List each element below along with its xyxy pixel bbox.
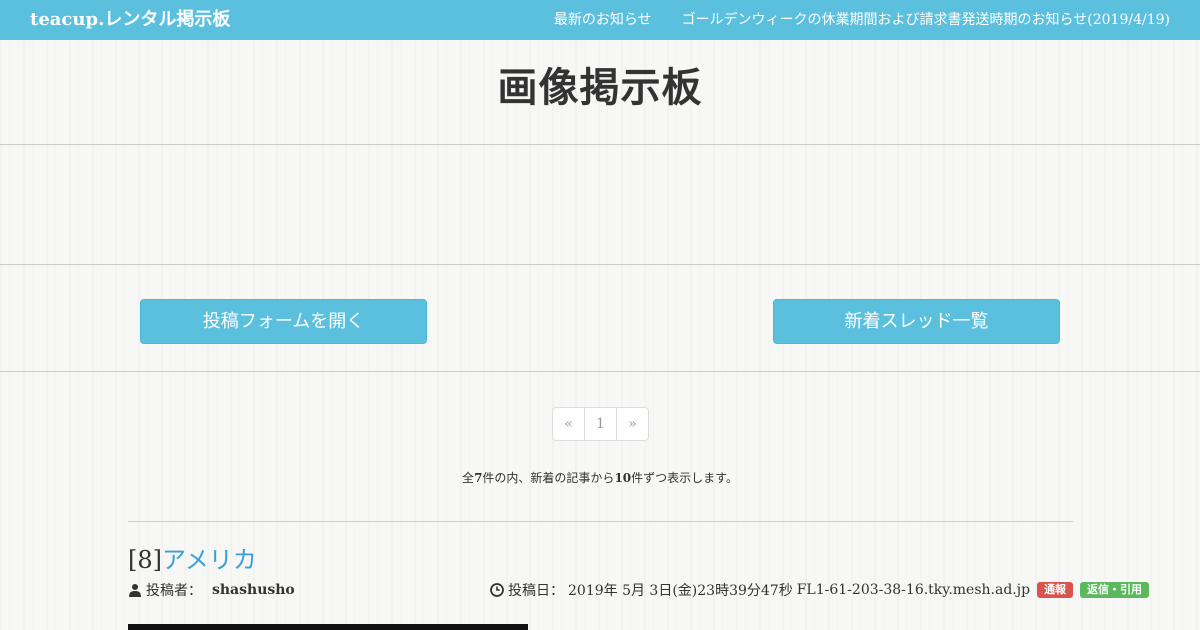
divider: [0, 264, 1200, 265]
author-label: 投稿者：: [146, 583, 202, 599]
summary-prefix: 全: [462, 471, 475, 485]
author-name: shashusho: [212, 582, 295, 598]
nav-link-golden-week-notice[interactable]: ゴールデンウィークの休業期間および請求書発送時期のお知らせ(2019/4/19): [682, 0, 1170, 40]
summary-middle: 件の内、新着の記事から: [482, 471, 615, 485]
report-badge[interactable]: 通報: [1037, 582, 1074, 598]
post-title: [8]アメリカ: [128, 540, 257, 575]
nav-links: 最新のお知らせ ゴールデンウィークの休業期間および請求書発送時期のお知らせ(20…: [554, 0, 1170, 40]
brand-link[interactable]: teacup.レンタル掲示板: [30, 0, 230, 40]
clock-icon: [490, 583, 504, 597]
post-number: [8]: [128, 546, 162, 574]
reply-badge[interactable]: 返信・引用: [1080, 582, 1150, 598]
nav-link-latest-news[interactable]: 最新のお知らせ: [554, 0, 652, 40]
divider: [0, 144, 1200, 145]
post-image[interactable]: [128, 624, 528, 630]
post-divider: [128, 521, 1073, 522]
page-title: 画像掲示板: [497, 64, 703, 111]
pagination-next[interactable]: »: [616, 408, 648, 440]
post-meta: 投稿日： 2019年 5月 3日(金)23時39分47秒 FL1-61-203-…: [490, 580, 1150, 600]
divider: [0, 371, 1200, 372]
user-icon: [129, 584, 141, 597]
post-date: 2019年 5月 3日(金)23時39分47秒: [568, 583, 793, 599]
summary-suffix: 件ずつ表示します。: [631, 471, 738, 485]
pagination-page[interactable]: 1: [584, 408, 616, 440]
post-author: 投稿者： shashusho: [128, 580, 295, 600]
top-navbar: teacup.レンタル掲示板 最新のお知らせ ゴールデンウィークの休業期間および…: [0, 0, 1200, 40]
post-title-link[interactable]: アメリカ: [162, 546, 257, 574]
pagination: « 1 »: [552, 407, 649, 441]
new-threads-button[interactable]: 新着スレッド一覧: [773, 299, 1060, 344]
post-count-summary: 全7件の内、新着の記事から10件ずつ表示します。: [0, 469, 1200, 486]
summary-per-page: 10: [614, 471, 632, 485]
open-post-form-button[interactable]: 投稿フォームを開く: [140, 299, 427, 344]
post-host: FL1-61-203-38-16.tky.mesh.ad.jp: [796, 582, 1031, 598]
pagination-prev[interactable]: «: [553, 408, 584, 440]
date-label: 投稿日：: [508, 583, 564, 599]
